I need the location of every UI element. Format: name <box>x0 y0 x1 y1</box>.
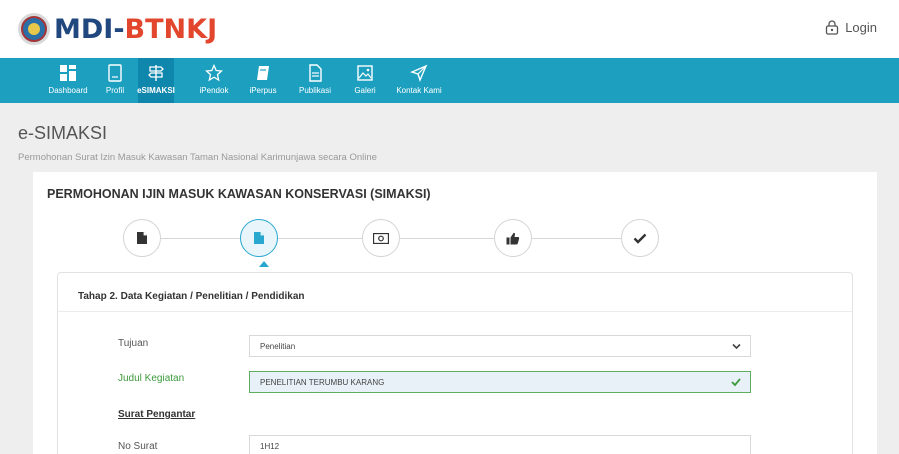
panel-heading: Tahap 2. Data Kegiatan / Penelitian / Pe… <box>78 291 305 302</box>
nav-label: Publikasi <box>298 86 331 95</box>
nav-item-profil[interactable]: Profil <box>100 58 130 103</box>
no-surat-value: 1H12 <box>260 441 280 451</box>
nav-label: eSIMAKSI <box>137 86 175 95</box>
login-link[interactable]: Login <box>825 20 877 35</box>
nav-item-esimaksi[interactable]: eSIMAKSI <box>137 58 175 103</box>
step-1[interactable] <box>123 219 161 257</box>
active-step-indicator <box>259 261 269 267</box>
step-5[interactable] <box>621 219 659 257</box>
nav-label: Profil <box>105 86 125 95</box>
document-icon <box>137 232 147 244</box>
step-4[interactable] <box>494 219 532 257</box>
chevron-down-icon <box>732 343 741 350</box>
thumbs-up-icon <box>506 232 520 244</box>
signpost-icon <box>148 65 164 81</box>
book-icon <box>257 66 269 80</box>
step-connector <box>278 238 362 239</box>
tujuan-select[interactable]: Penelitian <box>249 335 751 357</box>
judul-value: PENELITIAN TERUMBU KARANG <box>260 377 385 387</box>
no-surat-input[interactable]: 1H12 <box>249 435 751 454</box>
judul-kegiatan-input[interactable]: PENELITIAN TERUMBU KARANG <box>249 371 751 393</box>
step-2-active[interactable] <box>240 219 278 257</box>
nav-item-ipendok[interactable]: iPendok <box>196 58 232 103</box>
check-icon <box>731 378 741 387</box>
card-title: PERMOHONAN IJIN MASUK KAWASAN KONSERVASI… <box>47 187 431 201</box>
nav-item-publikasi[interactable]: Publikasi <box>295 58 335 103</box>
panel-divider <box>58 311 852 312</box>
document-icon <box>254 232 264 244</box>
lock-icon <box>826 20 839 35</box>
step-connector <box>161 238 240 239</box>
nav-label: iPendok <box>199 86 229 95</box>
nav-label: Galeri <box>354 86 376 95</box>
simaksi-card: PERMOHONAN IJIN MASUK KAWASAN KONSERVASI… <box>33 172 877 454</box>
document-icon <box>108 64 122 82</box>
page-title: e-SIMAKSI <box>18 123 108 143</box>
top-header: MDI-BTNKJ Login <box>0 0 899 58</box>
step-3[interactable] <box>362 219 400 257</box>
main-navbar: Dashboard Profil eSIMAKSI iPendok iPerpu… <box>0 58 899 103</box>
paper-plane-icon <box>410 64 428 82</box>
logo-emblem-icon <box>18 13 50 45</box>
page-subtitle: Permohonan Surat Izin Masuk Kawasan Tama… <box>18 152 377 163</box>
nav-item-dashboard[interactable]: Dashboard <box>48 58 88 103</box>
money-icon <box>373 232 389 244</box>
nav-item-kontak-kami[interactable]: Kontak Kami <box>394 58 444 103</box>
login-label: Login <box>845 20 877 35</box>
nav-label: Kontak Kami <box>396 86 442 95</box>
dashboard-icon <box>60 65 76 81</box>
surat-pengantar-heading: Surat Pengantar <box>118 409 196 420</box>
tujuan-value: Penelitian <box>260 341 296 351</box>
file-icon <box>309 64 322 82</box>
check-icon <box>633 233 647 244</box>
step-connector <box>532 238 621 239</box>
step-connector <box>400 238 494 239</box>
image-icon <box>357 65 373 81</box>
tujuan-label: Tujuan <box>118 338 149 349</box>
no-surat-label: No Surat <box>118 441 158 452</box>
nav-item-galeri[interactable]: Galeri <box>350 58 380 103</box>
star-icon <box>205 64 223 82</box>
nav-label: Dashboard <box>48 86 88 95</box>
nav-item-iperpus[interactable]: iPerpus <box>246 58 280 103</box>
logo-text: MDI-BTNKJ <box>54 13 218 45</box>
site-logo[interactable]: MDI-BTNKJ <box>18 9 217 49</box>
form-panel: Tahap 2. Data Kegiatan / Penelitian / Pe… <box>57 272 853 454</box>
nav-label: iPerpus <box>249 86 277 95</box>
judul-label: Judul Kegiatan <box>118 373 185 384</box>
